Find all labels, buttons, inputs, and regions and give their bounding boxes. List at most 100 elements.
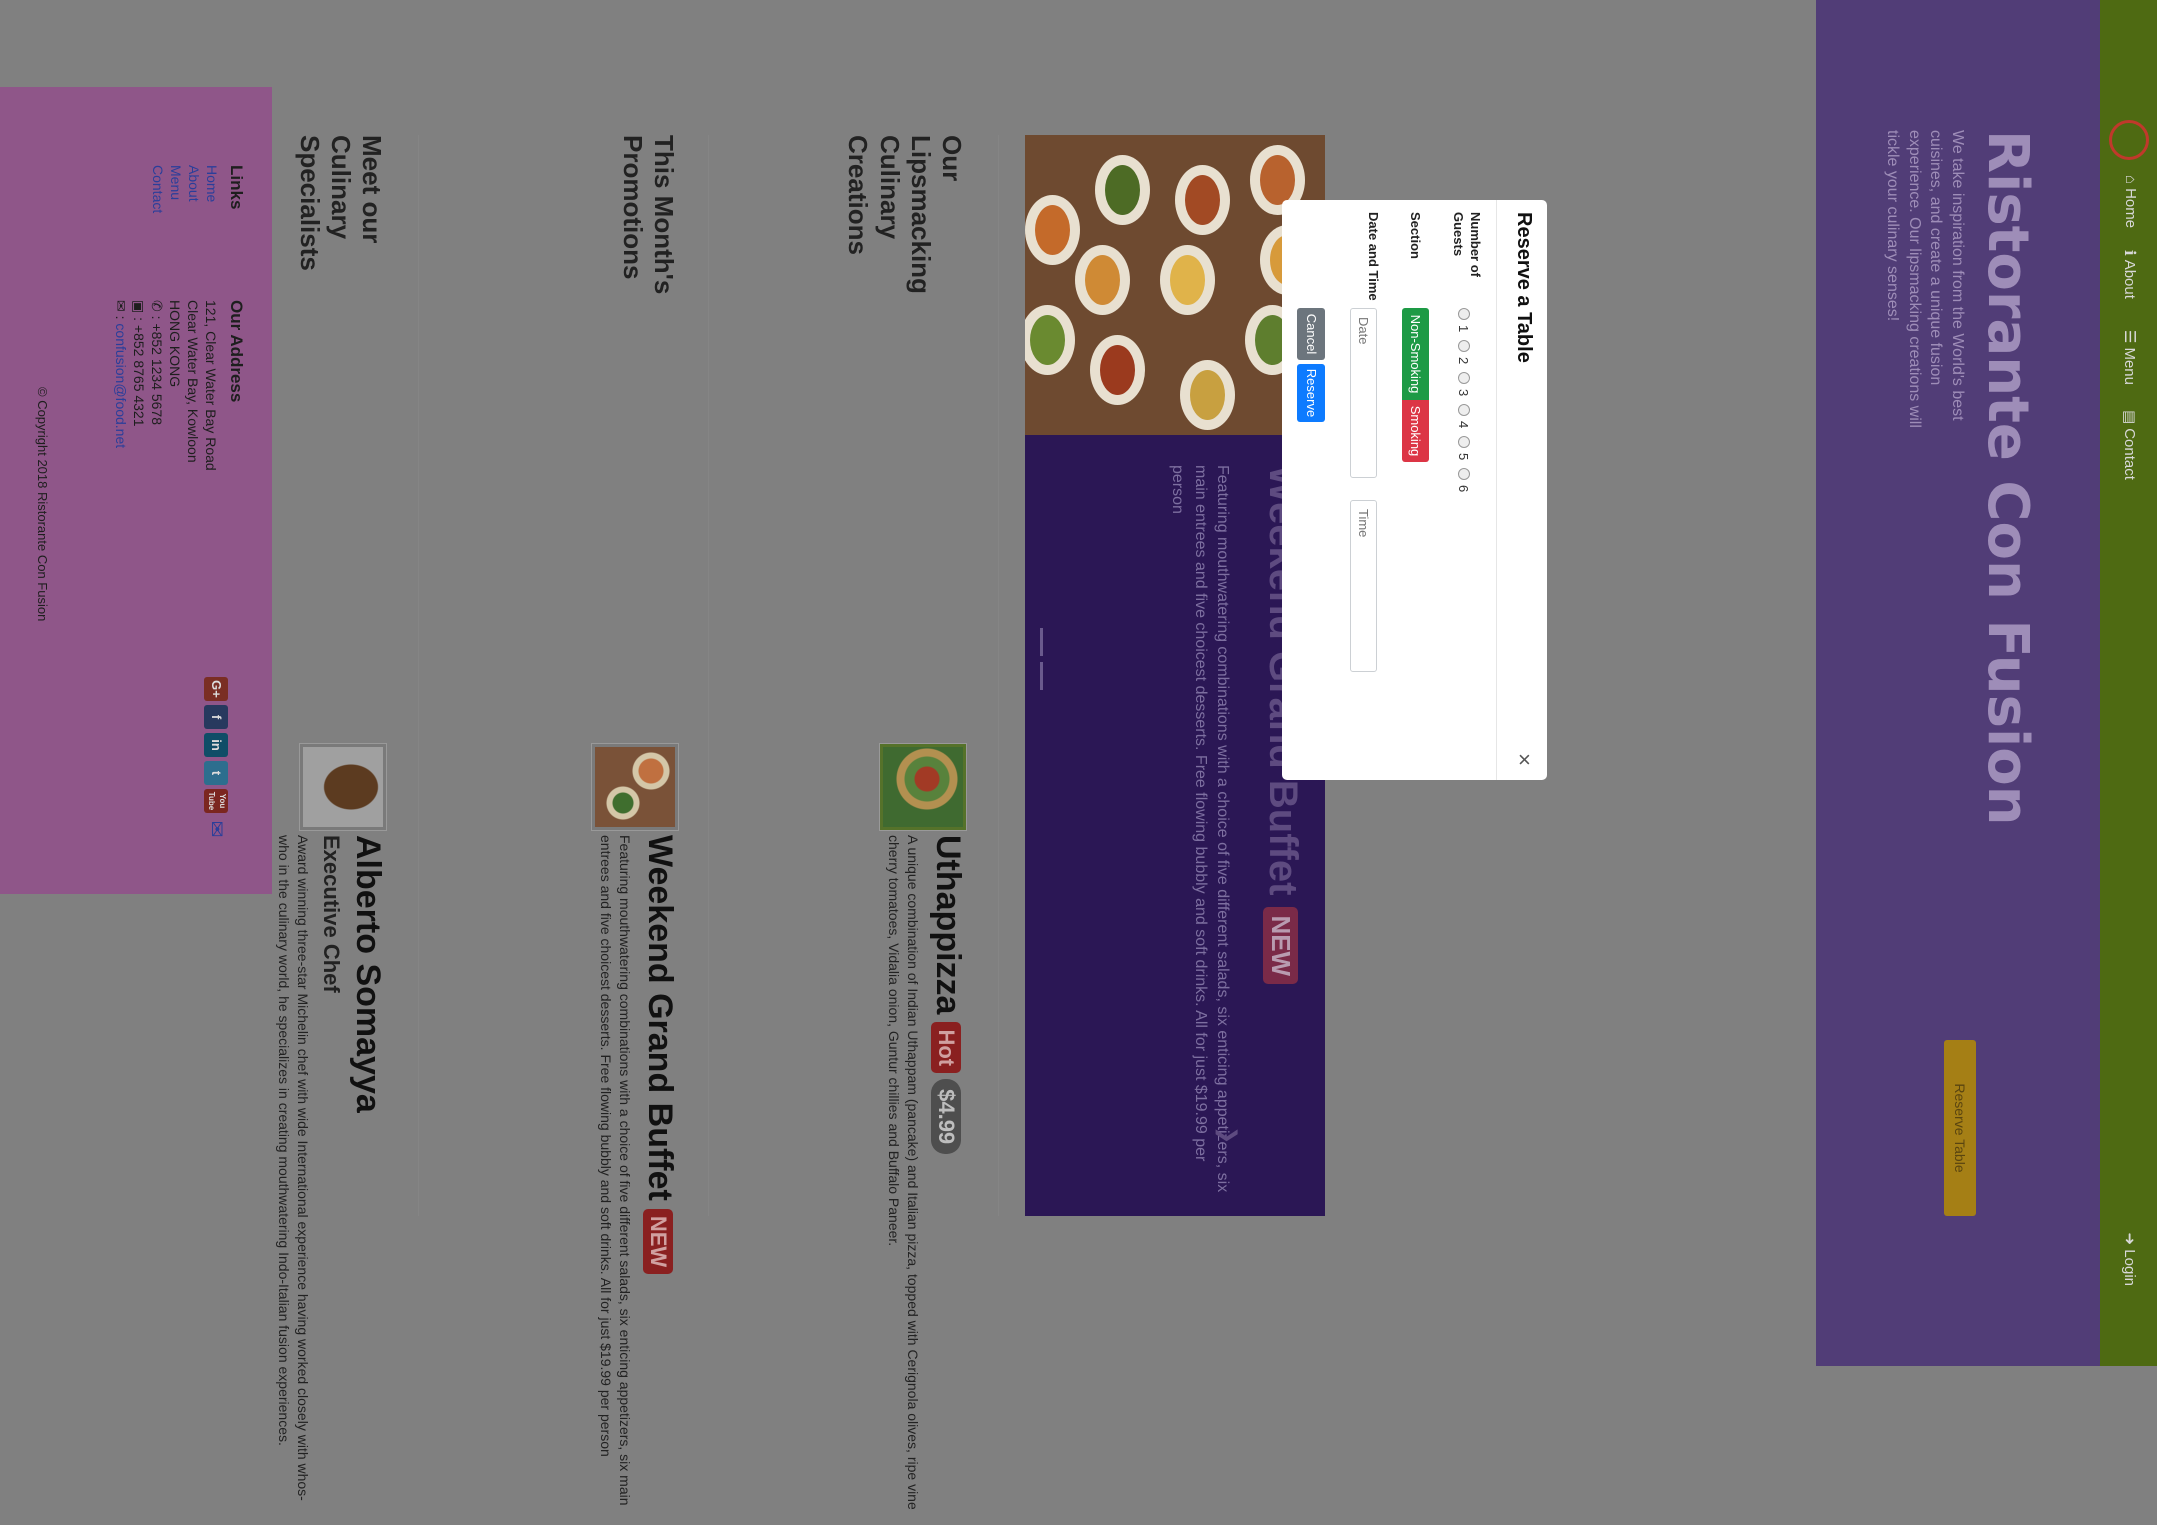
- row-divider: [418, 135, 419, 1216]
- guests-radio-6[interactable]: 6: [1456, 468, 1471, 492]
- promotion-title: Weekend Grand BuffetNEW: [640, 835, 679, 1525]
- navbar: ⌂Home ℹAbout ☰Menu ▤Contact ➜ Login: [2100, 0, 2157, 1366]
- price-badge: $4.99: [930, 1079, 961, 1155]
- footer-link-contact[interactable]: Contact: [150, 165, 166, 213]
- mail-icon[interactable]: ✉: [204, 817, 228, 841]
- restaurant-title: Ristorante Con Fusion: [1975, 130, 2040, 826]
- carousel-caption-text: Featuring mouthwatering combinations wit…: [1169, 465, 1231, 1193]
- reserve-table-button[interactable]: Reserve Table: [1944, 1040, 1976, 1216]
- buffet-image: [591, 743, 679, 831]
- links-heading: Links: [227, 165, 246, 210]
- carousel-indicator[interactable]: [1040, 628, 1043, 656]
- guests-radio-3[interactable]: 3: [1456, 372, 1471, 396]
- chevron-right-icon[interactable]: ❯: [1216, 1126, 1241, 1146]
- google-plus-icon[interactable]: G+: [204, 677, 228, 701]
- row-divider: [998, 135, 999, 1216]
- radio-circle[interactable]: [1458, 340, 1470, 352]
- restaurant-tagline: We take inspiration from the World's bes…: [1884, 130, 1966, 428]
- chef-photo: [299, 743, 387, 831]
- dish-shape: [1025, 305, 1075, 375]
- new-badge: NEW: [642, 1208, 673, 1275]
- logo[interactable]: [2109, 120, 2149, 160]
- home-icon: ⌂: [2122, 175, 2139, 185]
- guests-radio-2[interactable]: 2: [1456, 340, 1471, 364]
- nav-item-about[interactable]: ℹAbout: [2121, 250, 2139, 299]
- address-line: 121, Clear Water Bay Road: [203, 300, 219, 471]
- nav-item-menu[interactable]: ☰Menu: [2121, 330, 2139, 385]
- carousel: Weekend Grand BuffetNEW Featuring mouthw…: [1025, 135, 1325, 1216]
- dish-title: UthappizzaHot$4.99: [928, 835, 967, 1525]
- reserve-table-modal: Reserve a Table × Number of Guests 1 2 3…: [1282, 200, 1547, 780]
- time-input[interactable]: [1350, 500, 1377, 672]
- facebook-icon[interactable]: f: [204, 705, 228, 729]
- cancel-button[interactable]: Cancel: [1297, 308, 1325, 360]
- dish-shape: [1160, 245, 1215, 315]
- radio-circle[interactable]: [1458, 468, 1470, 480]
- modal-title: Reserve a Table: [1513, 212, 1535, 363]
- chef-name: Alberto Somayya: [349, 835, 387, 1113]
- footer-link-home[interactable]: Home: [204, 165, 220, 202]
- dish-shape: [1025, 195, 1080, 265]
- dish-shape: [1075, 245, 1130, 315]
- nav-item-home[interactable]: ⌂Home: [2122, 175, 2139, 228]
- section-heading: Our Lipsmacking Culinary Creations: [843, 135, 967, 294]
- close-icon[interactable]: ×: [1511, 753, 1537, 766]
- address-line: Clear Water Bay, Kowloon: [185, 300, 201, 463]
- info-icon: ℹ: [2121, 250, 2138, 256]
- guests-radio-1[interactable]: 1: [1456, 308, 1471, 332]
- twitter-icon[interactable]: t: [204, 761, 228, 785]
- carousel-indicators: [1033, 625, 1053, 725]
- guests-label: Number of Guests: [1451, 212, 1483, 277]
- phone-line: ✆ : +852 1234 5678: [149, 300, 165, 426]
- section-heading: This Month's Promotions: [617, 135, 679, 295]
- media-body: UthappizzaHot$4.99 A unique combination …: [884, 835, 967, 1525]
- radio-circle[interactable]: [1458, 436, 1470, 448]
- creations-section: Our Lipsmacking Culinary Creations Uthap…: [727, 135, 967, 1510]
- carousel-image: [1025, 135, 1325, 435]
- media-body: Weekend Grand BuffetNEW Featuring mouthw…: [596, 835, 679, 1525]
- address-heading: Our Address: [227, 300, 246, 403]
- promotion-description: Featuring mouthwatering combinations wit…: [598, 835, 633, 1506]
- section-heading: Meet our Culinary Specialists: [294, 135, 387, 271]
- guests-radio-4[interactable]: 4: [1456, 404, 1471, 428]
- section-label: Section: [1408, 212, 1423, 259]
- dish-shape: [1175, 165, 1230, 235]
- new-badge: NEW: [1263, 907, 1299, 985]
- fax-line: ▣ : +852 8765 4321: [131, 300, 147, 427]
- radio-circle[interactable]: [1458, 308, 1470, 320]
- envelope-icon: ✉ :: [113, 300, 129, 324]
- modal-header: Reserve a Table ×: [1496, 200, 1547, 780]
- linkedin-icon[interactable]: in: [204, 733, 228, 757]
- hot-badge: Hot: [930, 1022, 961, 1074]
- dish-description: A unique combination of Indian Uthappam …: [886, 835, 921, 1510]
- reserve-button[interactable]: Reserve: [1297, 364, 1325, 422]
- datetime-label: Date and Time: [1366, 212, 1381, 301]
- carousel-indicator[interactable]: [1040, 662, 1043, 690]
- non-smoking-button[interactable]: Non-Smoking: [1402, 308, 1429, 400]
- fax-icon: ▣ :: [131, 300, 147, 325]
- login-button[interactable]: ➜ Login: [2121, 1233, 2139, 1286]
- guests-radio-5[interactable]: 5: [1456, 436, 1471, 460]
- dish-shape: [1180, 360, 1235, 430]
- list-icon: ☰: [2121, 330, 2138, 344]
- smoking-button[interactable]: Smoking: [1402, 400, 1429, 462]
- sign-in-icon: ➜: [2121, 1232, 2138, 1250]
- media-body: Alberto Somayya Executive Chef Award win…: [274, 835, 387, 1525]
- footer: Links Home About Menu Contact Our Addres…: [0, 87, 272, 894]
- row-divider: [708, 135, 709, 1216]
- chef-role: Executive Chef: [319, 835, 344, 993]
- email-line: ✉ : confusion@food.net: [113, 300, 129, 449]
- jumbotron: Ristorante Con Fusion We take inspiratio…: [1816, 0, 2100, 1366]
- dish-shape: [1095, 155, 1150, 225]
- youtube-icon[interactable]: You Tube: [204, 789, 228, 813]
- footer-link-menu[interactable]: Menu: [168, 165, 184, 200]
- footer-link-about[interactable]: About: [186, 165, 202, 202]
- promotions-section: This Month's Promotions Weekend Grand Bu…: [439, 135, 679, 1506]
- nav-item-contact[interactable]: ▤Contact: [2121, 410, 2139, 480]
- copyright: © Copyright 2018 Ristorante Con Fusion: [35, 387, 50, 622]
- dish-shape: [1090, 335, 1145, 405]
- radio-circle[interactable]: [1458, 372, 1470, 384]
- phone-icon: ✆ :: [149, 300, 165, 324]
- date-input[interactable]: [1350, 308, 1377, 478]
- radio-circle[interactable]: [1458, 404, 1470, 416]
